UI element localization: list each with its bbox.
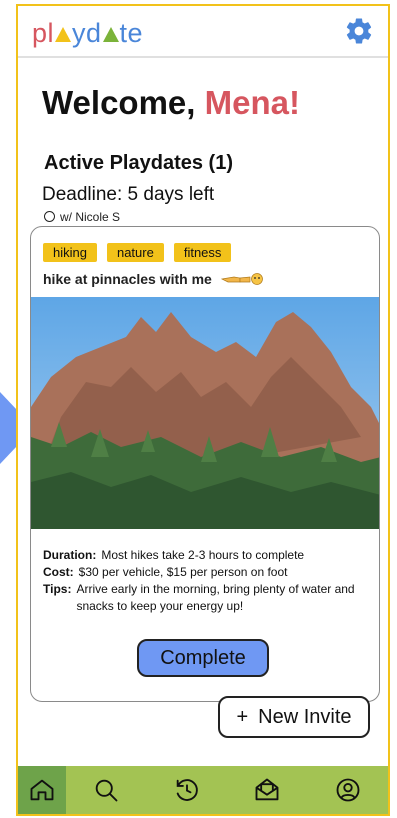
search-icon <box>95 779 118 802</box>
gear-icon[interactable] <box>344 16 374 46</box>
history-icon <box>176 779 198 801</box>
welcome-heading: Welcome, Mena! <box>42 84 300 121</box>
complete-button[interactable]: Complete <box>137 639 269 677</box>
inbox-icon <box>255 778 279 801</box>
playdate-card[interactable]: hiking nature fitness hike at pinnacles … <box>30 226 380 702</box>
nav-profile[interactable] <box>308 766 389 814</box>
plus-icon: + <box>236 705 249 728</box>
tag: hiking <box>43 243 97 262</box>
nav-search[interactable] <box>66 766 147 814</box>
bottom-nav <box>18 766 388 814</box>
new-invite-button[interactable]: + New Invite <box>218 696 370 738</box>
app-frame: pl yd te Welcome, Mena! Active Playdates (… <box>16 4 390 816</box>
nav-history[interactable] <box>147 766 228 814</box>
tag-list: hiking nature fitness <box>43 243 232 262</box>
playdate-details: Duration: Most hikes take 2-3 hours to c… <box>43 547 373 615</box>
detail-tips: Tips: Arrive early in the morning, bring… <box>43 582 355 613</box>
pinnacles-photo <box>31 297 379 529</box>
tag: fitness <box>173 243 232 262</box>
with-partner: w/ Nicole S <box>44 210 120 224</box>
deadline-text: Deadline: 5 days left <box>42 184 215 205</box>
pointing-hands-emoji-icon <box>220 273 263 285</box>
user-icon <box>44 211 55 222</box>
nav-inbox[interactable] <box>227 766 308 814</box>
home-icon <box>30 779 54 801</box>
detail-duration: Duration: Most hikes take 2-3 hours to c… <box>43 548 305 562</box>
nav-home[interactable] <box>18 766 66 814</box>
user-name: Mena! <box>204 84 300 121</box>
tag: nature <box>106 243 164 262</box>
playdate-description: hike at pinnacles with me <box>43 271 264 287</box>
profile-icon <box>336 778 360 802</box>
active-playdates-title: Active Playdates (1) <box>44 152 233 174</box>
detail-cost: Cost: $30 per vehicle, $15 per person on… <box>43 565 288 579</box>
playdate-logo: pl yd te <box>32 18 144 48</box>
app-header: pl yd te <box>18 6 388 58</box>
